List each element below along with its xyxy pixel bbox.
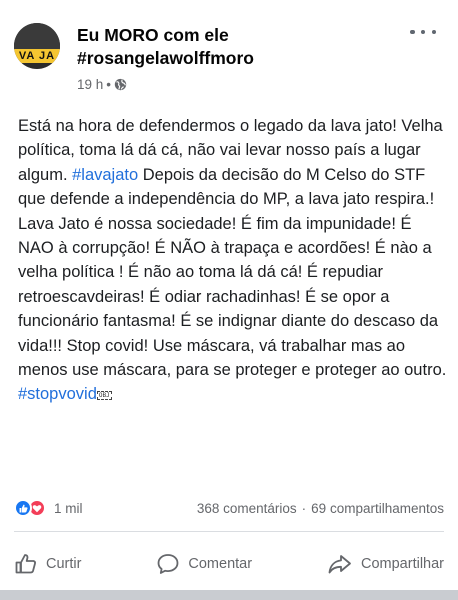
comment-label: Comentar	[188, 556, 253, 572]
like-button[interactable]: Curtir	[14, 552, 81, 576]
like-reaction-icon	[14, 499, 32, 517]
share-arrow-icon	[328, 555, 351, 574]
reactions-row: 1 mil 368 comentários · 69 compartilhame…	[14, 498, 444, 518]
author-name[interactable]: Eu MORO com ele #rosangelawolffmoro	[77, 24, 397, 70]
bottom-separator	[0, 590, 458, 600]
avatar-text: VA JA	[14, 49, 60, 63]
thumbs-up-icon	[15, 554, 36, 574]
globe-icon	[114, 78, 127, 91]
divider	[14, 531, 444, 532]
object-replacement-glyph: OBJ	[96, 391, 112, 401]
more-options-icon[interactable]	[410, 24, 436, 40]
hashtag-link-stopvovid[interactable]: #stopvovid	[18, 385, 97, 403]
avatar[interactable]: VA JA	[14, 23, 60, 69]
comments-count[interactable]: 368 comentários	[197, 501, 297, 516]
hashtag-link-lavajato[interactable]: #lavajato	[72, 166, 138, 184]
post-header: VA JA Eu MORO com ele #rosangelawolffmor…	[0, 0, 458, 100]
reactions-count[interactable]: 1 mil	[54, 501, 83, 516]
comment-bubble-icon	[157, 554, 179, 574]
comment-button[interactable]: Comentar	[156, 552, 252, 576]
post-text-part2: Depois da decisão do M Celso do STF que …	[18, 165, 447, 380]
engagement-counts: 368 comentários · 69 compartilhamentos	[197, 501, 444, 516]
post-meta: 19 h •	[77, 77, 127, 92]
post-body: Está na hora de defendermos o legado da …	[18, 114, 448, 407]
post-actions: Curtir Comentar Compartilhar	[14, 545, 444, 583]
reaction-icons[interactable]	[14, 499, 46, 517]
like-label: Curtir	[46, 556, 82, 572]
timestamp[interactable]: 19 h	[77, 77, 103, 92]
author-name-line1[interactable]: Eu MORO com ele	[77, 24, 397, 47]
author-name-line2[interactable]: #rosangelawolffmoro	[77, 47, 397, 70]
counts-separator: ·	[301, 500, 307, 516]
shares-count[interactable]: 69 compartilhamentos	[311, 501, 444, 516]
meta-separator: •	[106, 77, 112, 92]
share-button[interactable]: Compartilhar	[327, 552, 444, 576]
share-label: Compartilhar	[361, 556, 444, 572]
